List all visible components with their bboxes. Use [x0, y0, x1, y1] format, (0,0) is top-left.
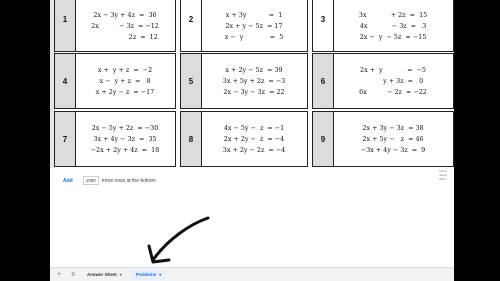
- equation-line: x + 3y = 1: [225, 10, 283, 19]
- equation-system: 2x − 5y + 2z = −30 3x + 4y − 3z = 35 −2x +…: [75, 112, 175, 166]
- equation-system: 2x + 3y − 3z = 38 2x + 5y − z = 46 −3x + 4…: [333, 112, 453, 166]
- problem-number: 7: [55, 112, 76, 166]
- equation-system: x + 2y − 5z = 39 3x + 5y + 2z = −3 2x − 3y…: [201, 54, 307, 108]
- equation-line: 6x − 2z = −22: [359, 87, 427, 96]
- pointer-arrow-icon: [147, 216, 210, 264]
- spreadsheet-window: 1 2x − 3y + 4z = 36 2x − 3z = −12 2z = 12 2…: [50, 0, 454, 281]
- all-sheets-list-icon[interactable]: ≡: [68, 272, 78, 278]
- add-rows-suffix: more rows at the bottom: [101, 177, 156, 184]
- equation-line: 2x − 3z = −12: [91, 21, 159, 30]
- equation-line: 3x + 2y − 2z = −4: [222, 145, 286, 154]
- problem-grid: 1 2x − 3y + 4z = 36 2x − 3z = −12 2z = 12 2…: [54, 0, 454, 168]
- equation-line: 2x − y − 5z = −15: [359, 32, 427, 41]
- equation-line: 2x − 3y − 3z = 22: [223, 87, 285, 96]
- equation-line: −2x + 2y + 4z = 18: [90, 145, 160, 154]
- equation-line: 3x + 5y + 2z = −3: [222, 76, 286, 85]
- equation-system: x + y + z = −2 x − y + z = 8 x + 2y − z = …: [75, 54, 175, 108]
- problem-number: 5: [181, 54, 202, 108]
- tab-answer-sheet-label: Answer Sheet: [87, 272, 117, 277]
- problem-card: 8 4x − 5y − z = −1 2x + 2y − z = −4 3x + 2y…: [180, 111, 308, 167]
- problem-number: 3: [313, 0, 334, 51]
- equation-line: 2x + 3y − 3z = 38: [362, 123, 424, 132]
- add-rows-bar: Add 1000 more rows at the bottom: [63, 176, 156, 185]
- equation-line: 3x + 4y − 3z = 35: [93, 134, 157, 143]
- problem-card: 6 2x + y = −5 y + 3z = 0 6x − 2z = −22: [312, 53, 454, 109]
- problem-card: 1 2x − 3y + 4z = 36 2x − 3z = −12 2z = 12: [54, 0, 176, 52]
- tab-answer-sheet[interactable]: Answer Sheet ▾: [82, 270, 127, 280]
- problem-number: 4: [55, 54, 76, 108]
- equation-line: y + 3z = 0: [362, 76, 424, 85]
- problem-number: 2: [181, 0, 202, 51]
- problem-card: 9 2x + 3y − 3z = 38 2x + 5y − z = 46 −3x + …: [312, 111, 454, 167]
- equation-line: 2x + 5y − z = 46: [362, 134, 424, 143]
- equation-line: 3x + 2z = 15: [358, 10, 428, 19]
- problem-card: 5 x + 2y − 5z = 39 3x + 5y + 2z = −3 2x − 3…: [180, 53, 308, 109]
- equation-line: 2x + y − 5z = 17: [225, 21, 283, 30]
- equation-line: 2x + 2y − z = −4: [223, 134, 285, 143]
- equation-line: 2x − 5y + 2z = −30: [91, 123, 159, 132]
- add-rows-button[interactable]: Add: [63, 178, 73, 184]
- problem-number: 6: [313, 54, 334, 108]
- problem-number: 8: [181, 112, 202, 166]
- problem-number: 9: [313, 112, 334, 166]
- add-sheet-icon[interactable]: +: [54, 272, 64, 278]
- rows-count-input[interactable]: 1000: [82, 176, 99, 185]
- problem-card: 7 2x − 5y + 2z = −30 3x + 4y − 3z = 35 −2x …: [54, 111, 176, 167]
- equation-line: x + 2y − z = −17: [95, 87, 155, 96]
- equation-line: 2x + y = −5: [360, 65, 426, 74]
- equation-line: x − y = 5: [224, 32, 284, 41]
- chevron-down-icon: ▾: [119, 272, 122, 277]
- equation-line: x − y + z = 8: [99, 76, 151, 85]
- equation-line: x + 2y − 5z = 39: [225, 65, 283, 74]
- equation-line: x + y + z = −2: [97, 65, 153, 74]
- sheet-tab-bar: + ≡ Answer Sheet ▾ Problems ▾: [50, 267, 454, 281]
- equation-system: 2x + y = −5 y + 3z = 0 6x − 2z = −22: [333, 54, 453, 108]
- equation-line: 4x − 3z = 3: [359, 21, 427, 30]
- equation-line: 2x − 3y + 4z = 36: [93, 10, 157, 19]
- equation-system: 4x − 5y − z = −1 2x + 2y − z = −4 3x + 2y …: [201, 112, 307, 166]
- equation-line: −3x + 4y − 3z = 9: [360, 145, 426, 154]
- tab-problems[interactable]: Problems ▾: [130, 269, 167, 280]
- tab-problems-label: Problems: [135, 272, 157, 277]
- chevron-down-icon: ▾: [159, 272, 162, 277]
- equation-system: x + 3y = 1 2x + y − 5z = 17 x − y = 5: [201, 1, 307, 51]
- problem-number: 1: [55, 0, 76, 51]
- equation-system: 3x + 2z = 15 4x − 3z = 3 2x − y − 5z = −15: [333, 1, 453, 51]
- equation-line: 2z = 12: [92, 32, 158, 41]
- problem-card: 3 3x + 2z = 15 4x − 3z = 3 2x − y − 5z = −1…: [312, 0, 454, 52]
- problem-card: 2 x + 3y = 1 2x + y − 5z = 17 x − y = 5: [180, 0, 308, 52]
- equation-system: 2x − 3y + 4z = 36 2x − 3z = −12 2z = 12: [75, 1, 175, 51]
- equation-line: 4x − 5y − z = −1: [223, 123, 285, 132]
- credit-text: ©Rice Japan 2020: [439, 169, 448, 181]
- problem-card: 4 x + y + z = −2 x − y + z = 8 x + 2y − z =…: [54, 53, 176, 109]
